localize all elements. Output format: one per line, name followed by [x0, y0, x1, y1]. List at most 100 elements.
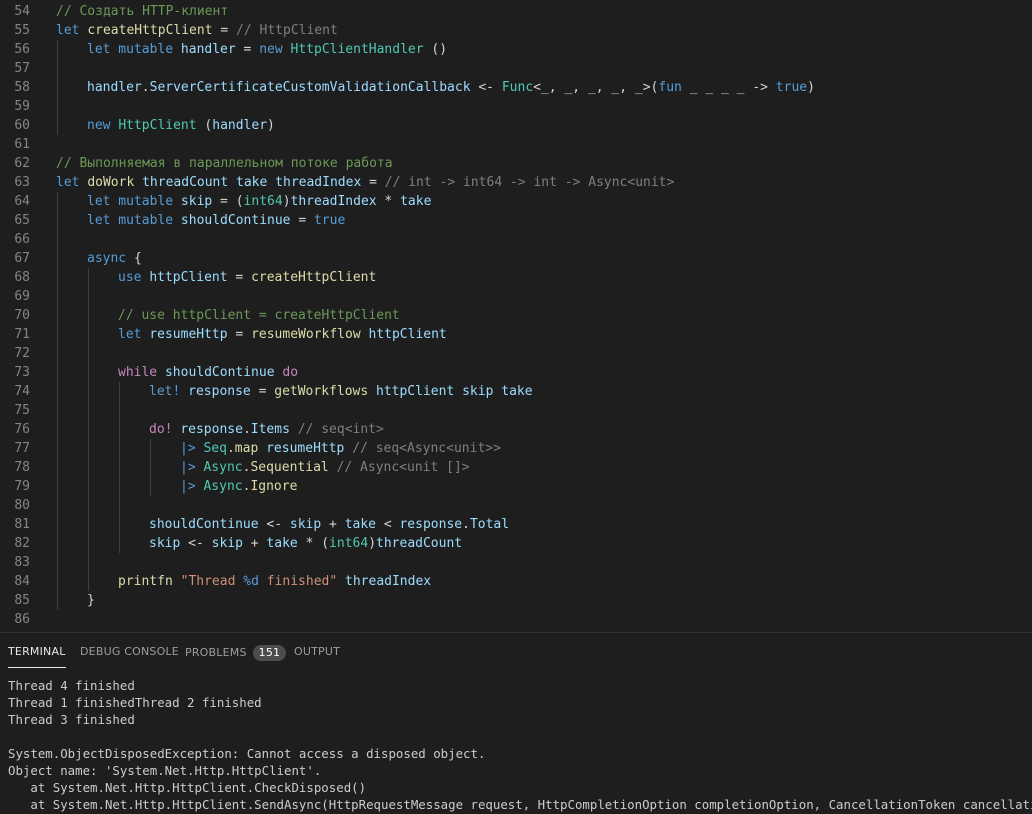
code-line[interactable]: 78 |> Async.Sequential // Async<unit []> [0, 458, 1032, 477]
code-text: printfn "Thread %d finished" threadIndex [118, 572, 431, 591]
code-line[interactable]: 79 |> Async.Ignore [0, 477, 1032, 496]
code-token: skip [462, 384, 494, 399]
code-line[interactable]: 65 let mutable shouldContinue = true [0, 211, 1032, 230]
code-line[interactable]: 56 let mutable handler = new HttpClientHa… [0, 40, 1032, 59]
code-line[interactable]: 60 new HttpClient (handler) [0, 116, 1032, 135]
code-text: skip <- skip + take * (int64)threadCount [149, 534, 462, 553]
code-line[interactable]: 64 let mutable skip = (int64)threadIndex … [0, 192, 1032, 211]
tab-terminal[interactable]: TERMINAL [8, 645, 66, 668]
code-token: <_, _, _, _, _>( [533, 80, 659, 95]
code-token: take [400, 194, 432, 209]
code-token: response [180, 422, 243, 437]
code-line[interactable]: 85} [0, 591, 1032, 610]
code-line[interactable]: 82 skip <- skip + take * (int64)threadCou… [0, 534, 1032, 553]
tab-problems[interactable]: PROBLEMS 151 [185, 645, 287, 667]
code-line[interactable]: 54 // Создать HTTP-клиент [0, 2, 1032, 21]
indent-guide [88, 534, 89, 553]
code-text: let doWork threadCount take threadIndex … [56, 173, 674, 192]
code-line[interactable]: 58 handler.ServerCertificateCustomValidat… [0, 78, 1032, 97]
code-token: let [56, 175, 88, 190]
line-number: 84 [14, 574, 30, 589]
code-line[interactable]: 59 [0, 97, 1032, 116]
code-token: { [126, 251, 142, 266]
code-line[interactable]: 86 [0, 610, 1032, 629]
code-line[interactable]: 76 do! response.Items // seq<int> [0, 420, 1032, 439]
line-number: 77 [14, 441, 30, 456]
terminal-line: at System.Net.Http.HttpClient.SendAsync(… [8, 797, 1032, 812]
code-line[interactable]: 68 use httpClient = createHttpClient [0, 268, 1032, 287]
code-editor[interactable]: 54 // Создать HTTP-клиент 55 let createHttp… [0, 0, 1032, 632]
code-line[interactable]: 84 printfn "Thread %d finished" threadInd… [0, 572, 1032, 591]
code-text: // Выполняемая в параллельном потоке раб… [56, 154, 393, 173]
line-number: 82 [14, 536, 30, 551]
code-line[interactable]: 55 let createHttpClient = // HttpClient [0, 21, 1032, 40]
tab-problems-label: PROBLEMS [185, 646, 247, 659]
code-token: new [259, 42, 291, 57]
indent-guide [88, 496, 89, 515]
code-text: let! response = getWorkflows httpClient … [149, 382, 533, 401]
code-line[interactable]: 77 |> Seq.map resumeHttp // seq<Async<uni… [0, 439, 1032, 458]
code-token: Func [501, 80, 534, 95]
indent-guide [57, 116, 58, 135]
line-number: 79 [14, 479, 30, 494]
code-line[interactable]: 61 [0, 135, 1032, 154]
code-line[interactable]: 73 while shouldContinue do [0, 363, 1032, 382]
line-number: 61 [14, 137, 30, 152]
code-text: let resumeHttp = resumeWorkflow httpClie… [118, 325, 447, 344]
code-line[interactable]: 57 [0, 59, 1032, 78]
indent-guide [119, 420, 120, 439]
line-number: 71 [14, 327, 30, 342]
code-line[interactable]: 80 [0, 496, 1032, 515]
code-line[interactable]: 70 // use httpClient = createHttpClient [0, 306, 1032, 325]
line-number: 72 [14, 346, 30, 361]
code-line[interactable]: 63 let doWork threadCount take threadInde… [0, 173, 1032, 192]
indent-guide [119, 382, 120, 401]
tab-debug-console[interactable]: DEBUG CONSOLE [80, 645, 179, 667]
code-token: resumeWorkflow [251, 327, 361, 342]
code-token: // use httpClient = createHttpClient [118, 308, 400, 323]
code-token: Items [250, 422, 290, 437]
tab-output[interactable]: OUTPUT [294, 645, 340, 667]
code-token: = [235, 42, 260, 57]
indent-guide [119, 496, 120, 515]
code-text: let mutable shouldContinue = true [87, 211, 345, 230]
code-line[interactable]: 69 [0, 287, 1032, 306]
code-token: // Async<unit []> [336, 460, 470, 475]
code-line[interactable]: 75 [0, 401, 1032, 420]
code-line[interactable]: 62 // Выполняемая в параллельном потоке р… [0, 154, 1032, 173]
code-line[interactable]: 67 async { [0, 249, 1032, 268]
code-token: ) [368, 536, 377, 551]
line-number: 55 [14, 23, 30, 38]
code-line[interactable]: 74 let! response = getWorkflows httpClien… [0, 382, 1032, 401]
code-token: let! [149, 384, 189, 399]
code-token: threadIndex [345, 574, 432, 589]
code-token: HttpClientHandler [290, 42, 424, 57]
code-line[interactable]: 83 [0, 553, 1032, 572]
code-token: do [282, 365, 299, 380]
code-line[interactable]: 71 let resumeHttp = resumeWorkflow httpCl… [0, 325, 1032, 344]
indent-guide [57, 420, 58, 439]
problems-count-badge: 151 [252, 645, 287, 661]
line-number: 83 [14, 555, 30, 570]
indent-guide [88, 287, 89, 306]
line-number: 58 [14, 80, 30, 95]
indent-guide [88, 458, 89, 477]
code-line[interactable]: 72 [0, 344, 1032, 363]
code-line[interactable]: 81 shouldContinue <- skip + take < respon… [0, 515, 1032, 534]
code-token: Async [203, 479, 243, 494]
line-number: 80 [14, 498, 30, 513]
code-token: ) [807, 80, 815, 95]
code-token: <- [180, 536, 212, 551]
code-token: handler [212, 118, 268, 133]
code-line[interactable]: 66 [0, 230, 1032, 249]
indent-guide [88, 363, 89, 382]
indent-guide [57, 572, 58, 591]
code-token: httpClient [368, 327, 447, 342]
indent-guide [57, 496, 58, 515]
code-token: // seq<Async<unit>> [352, 441, 501, 456]
code-token: int64 [329, 536, 369, 551]
indent-guide [88, 553, 89, 572]
